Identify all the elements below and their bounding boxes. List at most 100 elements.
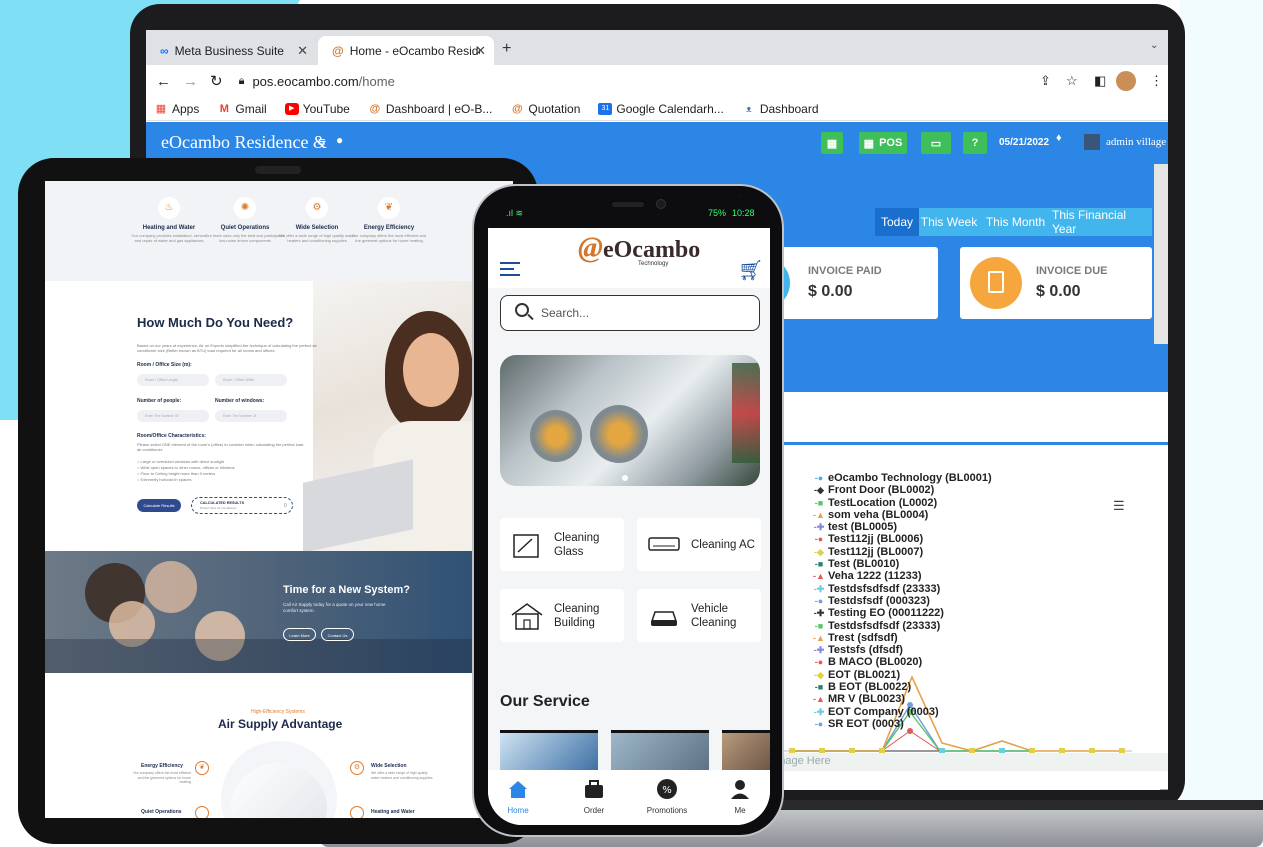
page-scrollbar[interactable] <box>1154 164 1168 344</box>
forward-icon[interactable]: → <box>183 73 198 90</box>
calculator-button[interactable]: ▦ <box>821 132 843 154</box>
category-cleaning-building[interactable]: Cleaning Building <box>500 589 624 642</box>
user-name[interactable]: admin village <box>1106 136 1166 148</box>
legend-item[interactable]: -● Testdsfsdf (000323) <box>812 595 992 607</box>
service-thumbnail[interactable] <box>722 730 770 772</box>
service-thumbnail[interactable] <box>500 730 598 772</box>
bookmark-dashboard[interactable]: ᴥ Dashboard <box>742 102 818 116</box>
bell-icon[interactable]: ♦ <box>1056 132 1062 144</box>
category-vehicle-cleaning[interactable]: Vehicle Cleaning <box>637 589 761 642</box>
reload-icon[interactable]: ↻ <box>210 72 223 90</box>
contact-us-button[interactable]: Contact Us <box>321 628 354 641</box>
people-input[interactable]: Enter The Number Of <box>137 410 209 422</box>
grid-icon: ▦ <box>863 137 875 150</box>
promo-banner-image[interactable] <box>500 355 760 486</box>
option-4[interactable]: ○ Extremely hot/cold in spaces <box>137 477 191 482</box>
option-label: Floor to Ceiling height more than 9 mete… <box>140 471 216 476</box>
legend-item[interactable]: -■ Testdsfsdfsdf (23333) <box>812 620 992 632</box>
legend-item[interactable]: -✚ test (BL0005) <box>812 521 992 533</box>
period-this-financial-year[interactable]: This Financial Year <box>1052 208 1152 236</box>
eocambo-favicon-icon: @ <box>511 102 523 115</box>
legend-label: B EOT (BL0022) <box>828 681 912 694</box>
info-icon[interactable]: ● <box>336 133 343 147</box>
period-today[interactable]: Today <box>875 208 919 236</box>
hamburger-icon[interactable]: ≡ <box>318 134 326 149</box>
calculate-button[interactable]: Calculate Results <box>137 499 181 512</box>
close-icon[interactable]: ✕ <box>297 43 308 59</box>
legend-marker-icon: -▲ <box>813 571 825 582</box>
legend-marker-icon: -▲ <box>813 694 825 705</box>
legend-label: Test112jj (BL0006) <box>828 533 924 546</box>
option-3[interactable]: ○ Floor to Ceiling height more than 9 me… <box>137 471 215 476</box>
option-1[interactable]: ○ Large or oversized windows with direct… <box>137 459 224 464</box>
nav-home[interactable]: Home <box>488 778 548 815</box>
cash-button[interactable]: ▭ <box>921 132 951 154</box>
room-length-input[interactable]: Room / Office Length <box>137 374 209 386</box>
service-thumbnail[interactable] <box>611 730 709 772</box>
svg-text:%: % <box>662 785 672 796</box>
legend-item[interactable]: -▲ MR V (BL0023) <box>812 693 992 705</box>
bookmark-apps[interactable]: ▦ Apps <box>154 102 200 116</box>
learn-more-button[interactable]: Learn More <box>283 628 316 641</box>
avatar[interactable] <box>1084 134 1100 150</box>
nav-promotions[interactable]: % Promotions <box>637 778 697 815</box>
cart-icon[interactable]: 🛒︎ <box>738 258 763 283</box>
browser-tab-strip: ∞ Meta Business Suite ✕ @ Home - eOcambo… <box>146 30 1168 65</box>
bookmark-quotation[interactable]: @ Quotation <box>510 102 580 116</box>
legend-item[interactable]: -▲ som veha (BL0004) <box>812 509 992 521</box>
logo-mark-icon: @ <box>578 231 603 264</box>
invoice-paid-label: INVOICE PAID <box>808 265 882 277</box>
legend-item[interactable]: -◆ EOT (BL0021) <box>812 669 992 681</box>
browser-tab-home[interactable]: @ Home - eOcambo Residence & ✕ <box>318 36 494 65</box>
pos-button[interactable]: ▦ POS <box>859 132 907 154</box>
menu-icon[interactable] <box>500 262 520 276</box>
back-icon[interactable]: ← <box>156 73 171 90</box>
nav-me[interactable]: Me <box>710 778 770 815</box>
nav-label: Me <box>734 806 746 815</box>
chart-legend: -● eOcambo Technology (BL0001) -◆ Front Doo… <box>812 472 992 730</box>
legend-item[interactable]: -● SR EOT (0003) <box>812 718 992 730</box>
legend-item[interactable]: -✚ Testdsfsdfsdf (23333) <box>812 583 992 595</box>
carousel-dot-active[interactable] <box>622 475 628 481</box>
legend-item[interactable]: -✚ Testsfs (dfsdf) <box>812 644 992 656</box>
option-2[interactable]: ○ Wide open spaces to other rooms, offic… <box>137 465 235 470</box>
nav-order[interactable]: Order <box>564 778 624 815</box>
bookmark-dashboard-eo[interactable]: @ Dashboard | eO-B... <box>368 102 492 116</box>
share-icon[interactable]: ⇪ <box>1040 73 1051 89</box>
bookmark-gmail[interactable]: M Gmail <box>217 102 267 116</box>
chevron-down-icon[interactable]: ⌄ <box>1150 40 1158 51</box>
room-width-input[interactable]: Room / Office Width <box>215 374 287 386</box>
category-cleaning-glass[interactable]: Cleaning Glass <box>500 518 624 571</box>
search-input[interactable]: Search... <box>500 295 760 331</box>
legend-item[interactable]: -■ B EOT (BL0022) <box>812 681 992 693</box>
money-icon: ▭ <box>930 137 942 150</box>
menu-dots-icon[interactable]: ⋮ <box>1150 73 1163 89</box>
category-cleaning-ac[interactable]: Cleaning AC <box>637 518 761 571</box>
legend-item[interactable]: -✚ EOT Company (0003) <box>812 706 992 718</box>
new-tab-button[interactable]: + <box>502 40 511 58</box>
close-icon[interactable]: ✕ <box>475 43 486 59</box>
legend-item[interactable]: -■ TestLocation (L0002) <box>812 497 992 509</box>
browser-tab-meta[interactable]: ∞ Meta Business Suite ✕ <box>146 36 316 65</box>
legend-item[interactable]: -■ Test (BL0010) <box>812 558 992 570</box>
bookmark-youtube[interactable]: ▶ YouTube <box>284 102 350 116</box>
avatar[interactable] <box>1116 71 1136 91</box>
chart-menu-icon[interactable]: ☰ <box>1113 498 1125 514</box>
legend-item[interactable]: -✚ Testing EO (00011222) <box>812 607 992 619</box>
legend-item[interactable]: -▲ Veha 1222 (11233) <box>812 570 992 582</box>
period-this-week[interactable]: This Week <box>919 208 979 236</box>
help-button[interactable]: ? <box>963 132 987 154</box>
bookmark-calendar[interactable]: 31 Google Calendarh... <box>598 102 724 116</box>
sidepanel-icon[interactable]: ◧ <box>1094 73 1106 89</box>
period-this-month[interactable]: This Month <box>979 208 1052 236</box>
star-icon[interactable]: ☆ <box>1066 73 1078 89</box>
legend-item[interactable]: -● eOcambo Technology (BL0001) <box>812 472 992 484</box>
legend-item[interactable]: -▲ Trest (sdfsdf) <box>812 632 992 644</box>
legend-item[interactable]: -● Test112jj (BL0006) <box>812 533 992 545</box>
legend-item[interactable]: -● B MACO (BL0020) <box>812 656 992 668</box>
windows-input[interactable]: Enter The Number Of <box>215 410 287 422</box>
address-input[interactable]: pos.eocambo.com/home <box>252 74 394 89</box>
legend-item[interactable]: -◆ Front Door (BL0002) <box>812 484 992 496</box>
legend-item[interactable]: -◆ Test112jj (BL0007) <box>812 546 992 558</box>
legend-marker-icon: -▲ <box>813 509 825 520</box>
